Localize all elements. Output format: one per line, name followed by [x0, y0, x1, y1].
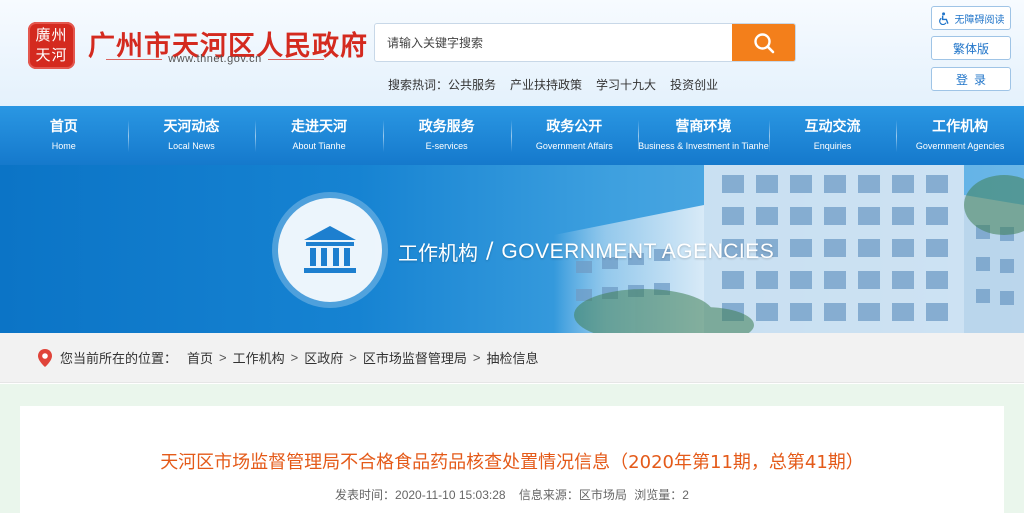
banner-title-en: GOVERNMENT AGENCIES [501, 239, 775, 263]
breadcrumb: 您当前所在的位置： 首页 > 工作机构 > 区政府 > 区市场监督管理局 > 抽… [0, 333, 1024, 383]
nav-label-en: Home [51, 141, 76, 151]
breadcrumb-item[interactable]: 首页 [187, 348, 213, 367]
nav-label-en: About Tianhe [292, 141, 346, 151]
hot-word[interactable]: 产业扶持政策 [510, 76, 582, 93]
article-source: 信息来源：区市场局 [518, 488, 627, 502]
accessibility-button[interactable]: 无障碍阅读 [931, 6, 1011, 30]
nav-label-en: Local News [168, 141, 215, 151]
banner-heading: 工作机构 / GOVERNMENT AGENCIES [398, 237, 774, 266]
hot-search-label: 搜索热词： [388, 78, 449, 92]
breadcrumb-separator: > [349, 350, 357, 365]
nav-label-en: Business & Investment in Tianhe [638, 141, 769, 151]
hot-word[interactable]: 学习十九大 [596, 76, 656, 93]
nav-label-cn: 政务公开 [546, 119, 603, 135]
breadcrumb-lead: 您当前所在的位置： [60, 351, 178, 366]
hot-word[interactable]: 投资创业 [670, 76, 718, 93]
breadcrumb-item[interactable]: 区市场监督管理局 [363, 348, 467, 367]
login-button[interactable]: 登录 [931, 67, 1011, 91]
banner-slash: / [486, 239, 494, 264]
breadcrumb-item[interactable]: 工作机构 [233, 348, 285, 367]
search-input[interactable] [375, 24, 732, 61]
site-url: www.thnet.gov.cn [168, 53, 262, 65]
location-pin-icon [38, 348, 52, 367]
nav-item-business-investment[interactable]: 营商环境 Business & Investment in Tianhe [638, 106, 769, 165]
nav-item-e-services[interactable]: 政务服务 E-services [382, 106, 511, 165]
url-divider-left [106, 58, 163, 60]
hot-word[interactable]: 公共服务 [448, 76, 496, 93]
nav-item-local-news[interactable]: 天河动态 Local News [127, 106, 256, 165]
logo-line-1: 廣州 [35, 26, 68, 44]
search-icon [753, 32, 774, 53]
nav-label-cn: 工作机构 [932, 119, 989, 135]
article-title: 天河区市场监督管理局不合格食品药品核查处置情况信息（2020年第11期，总第41… [160, 452, 864, 473]
article-meta: 发表时间：2020-11-10 15:03:28 信息来源：区市场局 浏览量：2 [20, 486, 1004, 503]
hot-search-words: 搜索热词： 公共服务 产业扶持政策 学习十九大 投资创业 [388, 76, 718, 93]
nav-label-en: Government Agencies [915, 141, 1005, 151]
breadcrumb-separator: > [472, 350, 481, 365]
nav-label-cn: 政务服务 [418, 119, 475, 135]
nav-label-en: Enquiries [813, 141, 852, 151]
nav-label-cn: 天河动态 [163, 119, 220, 135]
nav-label-cn: 首页 [49, 119, 78, 135]
banner-title-cn: 工作机构 [398, 241, 478, 265]
breadcrumb-separator: > [219, 350, 227, 365]
nav-item-about-tianhe[interactable]: 走进天河 About Tianhe [255, 106, 383, 165]
search-button[interactable] [732, 24, 795, 61]
article-publish-time: 发表时间：2020-11-10 15:03:28 [335, 488, 506, 502]
site-url-row: www.thnet.gov.cn [106, 51, 324, 67]
breadcrumb-separator: > [290, 350, 299, 365]
url-divider-right [267, 58, 324, 60]
article-card: 天河区市场监督管理局不合格食品药品核查处置情况信息（2020年第11期，总第41… [20, 406, 1004, 513]
section-banner: 工作机构 / GOVERNMENT AGENCIES [0, 165, 1024, 333]
site-logo-seal[interactable]: 廣州 天河 [28, 22, 75, 69]
nav-label-cn: 互动交流 [804, 119, 861, 135]
nav-item-government-affairs[interactable]: 政务公开 Government Affairs [510, 106, 639, 165]
nav-label-en: E-services [425, 141, 468, 151]
main-nav: 首页 Home 天河动态 Local News 走进天河 About Tianh… [0, 106, 1024, 165]
nav-item-government-agencies[interactable]: 工作机构 Government Agencies [896, 106, 1024, 165]
search-box [374, 23, 796, 62]
breadcrumb-item[interactable]: 抽检信息 [486, 348, 538, 367]
breadcrumb-item[interactable]: 区政府 [304, 348, 343, 367]
accessibility-label: 无障碍阅读 [954, 14, 1005, 26]
nav-label-en: Government Affairs [535, 141, 613, 151]
government-building-icon [304, 226, 356, 273]
site-header: 廣州 天河 广州市天河区人民政府 www.thnet.gov.cn 搜索热词： … [0, 0, 1024, 106]
traditional-chinese-button[interactable]: 繁体版 [931, 36, 1011, 60]
nav-item-home[interactable]: 首页 Home [0, 106, 128, 165]
nav-label-cn: 营商环境 [675, 119, 732, 135]
accessibility-icon [938, 11, 948, 25]
logo-line-2: 天河 [35, 46, 68, 64]
nav-label-cn: 走进天河 [291, 119, 348, 135]
article-views: 浏览量：2 [634, 488, 689, 502]
banner-icon-circle [278, 198, 382, 302]
nav-item-enquiries[interactable]: 互动交流 Enquiries [768, 106, 897, 165]
